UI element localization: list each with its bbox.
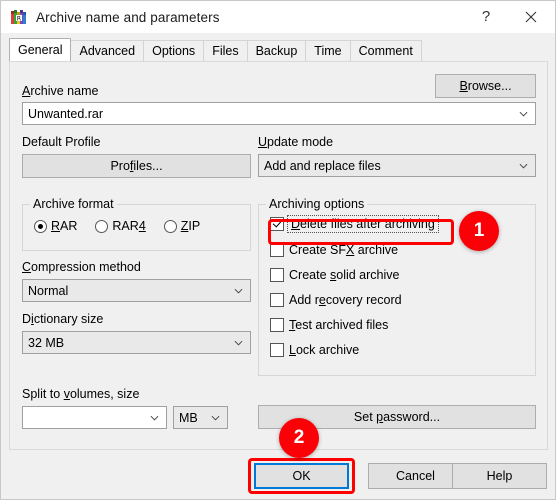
- tab-label: Files: [212, 44, 239, 58]
- tab-advanced[interactable]: Advanced: [70, 40, 145, 61]
- update-mode-select[interactable]: Add and replace files: [258, 154, 536, 177]
- tab-label: General: [18, 43, 63, 57]
- general-tab-panel: Archive name Browse... Unwanted.rar Defa…: [9, 61, 548, 450]
- cancel-button[interactable]: Cancel: [368, 463, 463, 489]
- split-volumes-unit-select[interactable]: MB: [173, 406, 228, 429]
- checkbox-lock-archive[interactable]: Lock archive: [270, 341, 359, 359]
- compression-method-value: Normal: [28, 283, 69, 298]
- close-icon: [525, 11, 537, 22]
- compression-method-label: Compression method: [22, 260, 141, 274]
- archiving-options-legend: Archiving options: [266, 197, 368, 211]
- checkbox-indicator: [270, 293, 284, 307]
- ok-button[interactable]: OK: [254, 463, 349, 489]
- archive-format-group: Archive format RAR RAR4 ZIP: [22, 197, 251, 251]
- titlebar-close-button[interactable]: [509, 1, 553, 32]
- radio-rar4-label: RAR4: [112, 219, 146, 233]
- archive-format-legend: Archive format: [30, 197, 117, 211]
- split-volumes-input[interactable]: [22, 406, 167, 429]
- checkbox-label: Create SFX archive: [289, 243, 399, 257]
- titlebar-help-button[interactable]: ?: [464, 1, 508, 32]
- tab-files[interactable]: Files: [203, 40, 248, 61]
- archive-name-input[interactable]: Unwanted.rar: [22, 102, 536, 125]
- checkbox-label: Lock archive: [289, 343, 360, 357]
- archive-name-label: Archive name: [22, 84, 99, 98]
- tab-label: Time: [314, 44, 342, 58]
- radio-rar4[interactable]: RAR4: [95, 219, 146, 233]
- dictionary-size-label: Dictionary size: [22, 312, 104, 326]
- radio-zip[interactable]: ZIP: [163, 219, 201, 233]
- checkbox-indicator: [270, 343, 284, 357]
- profiles-button-label: Profiles...: [110, 159, 163, 173]
- question-mark-icon: ?: [481, 8, 491, 25]
- annotation-badge-2: 2: [279, 418, 319, 458]
- checkbox-label: Test archived files: [289, 318, 389, 332]
- browse-button-label: Browse...: [459, 79, 512, 93]
- window-title: Archive name and parameters: [36, 9, 220, 25]
- radio-rar[interactable]: RAR: [34, 219, 77, 233]
- compression-method-select[interactable]: Normal: [22, 279, 251, 302]
- checkbox-create-solid-archive[interactable]: Create solid archive: [270, 266, 399, 284]
- archive-name-value: Unwanted.rar: [28, 106, 104, 121]
- tab-label: Backup: [255, 44, 298, 58]
- default-profile-label: Default Profile: [22, 135, 101, 149]
- tab-label: Options: [152, 44, 196, 58]
- profiles-button[interactable]: Profiles...: [22, 154, 251, 178]
- checkbox-label: Add recovery record: [289, 293, 402, 307]
- winrar-books-icon: R: [10, 8, 28, 26]
- tab-time[interactable]: Time: [305, 40, 351, 61]
- tab-backup[interactable]: Backup: [246, 40, 307, 61]
- tab-general[interactable]: General: [9, 38, 72, 61]
- cancel-button-label: Cancel: [396, 469, 435, 483]
- radio-indicator: [163, 219, 177, 233]
- chevron-down-icon: [234, 340, 243, 346]
- svg-text:R: R: [17, 16, 21, 23]
- checkbox-add-recovery-record[interactable]: Add recovery record: [270, 291, 402, 309]
- checkbox-label: Create solid archive: [289, 268, 400, 282]
- annotation-badge-1: 1: [459, 211, 499, 251]
- dictionary-size-select[interactable]: 32 MB: [22, 331, 251, 354]
- checkbox-label: Delete files after archiving: [287, 215, 439, 233]
- checkbox-indicator: [270, 268, 284, 282]
- tab-comment[interactable]: Comment: [349, 40, 422, 61]
- checkbox-test-archived-files[interactable]: Test archived files: [270, 316, 388, 334]
- browse-button[interactable]: Browse...: [435, 74, 536, 98]
- checkbox-create-sfx-archive[interactable]: Create SFX archive: [270, 241, 398, 259]
- radio-rar-label: RAR: [51, 219, 78, 233]
- tab-strip: General Advanced Options Files Backup Ti…: [9, 38, 422, 61]
- ok-button-label: OK: [292, 469, 311, 483]
- update-mode-value: Add and replace files: [264, 158, 381, 173]
- chevron-down-icon: [519, 111, 528, 117]
- help-button[interactable]: Help: [452, 463, 547, 489]
- chevron-down-icon: [150, 415, 159, 421]
- tab-label: Comment: [358, 44, 413, 58]
- update-mode-label: Update mode: [258, 135, 334, 149]
- radio-zip-label: ZIP: [180, 219, 201, 233]
- split-volumes-unit-value: MB: [179, 410, 198, 425]
- tab-label: Advanced: [79, 44, 136, 58]
- checkbox-delete-files-after-archiving[interactable]: Delete files after archiving: [270, 215, 439, 233]
- archive-format-radios: RAR RAR4 ZIP: [34, 219, 218, 233]
- chevron-down-icon: [211, 415, 220, 421]
- set-password-button-label: Set password...: [353, 410, 441, 424]
- radio-indicator: [95, 219, 109, 233]
- chevron-down-icon: [519, 163, 528, 169]
- radio-indicator: [34, 219, 47, 233]
- split-volumes-label: Split to volumes, size: [22, 387, 140, 401]
- checkbox-indicator: [270, 217, 284, 231]
- title-bar: R Archive name and parameters ?: [1, 1, 555, 33]
- tab-options[interactable]: Options: [143, 40, 205, 61]
- archive-parameters-dialog: R Archive name and parameters ? General …: [0, 0, 556, 500]
- help-button-label: Help: [486, 469, 513, 483]
- chevron-down-icon: [234, 288, 243, 294]
- dictionary-size-value: 32 MB: [28, 335, 65, 350]
- checkbox-indicator: [270, 243, 284, 257]
- checkbox-indicator: [270, 318, 284, 332]
